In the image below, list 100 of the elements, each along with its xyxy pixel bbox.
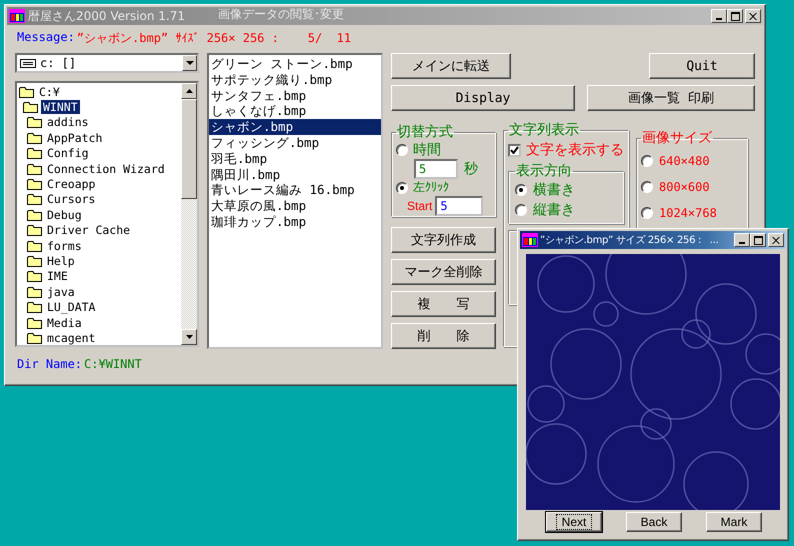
folder-icon bbox=[27, 270, 42, 282]
folder-icon bbox=[27, 193, 42, 206]
folder-item[interactable]: Debug bbox=[45, 208, 84, 222]
action-button[interactable]: 複 写 bbox=[391, 291, 496, 317]
action-button[interactable]: マーク全削除 bbox=[391, 259, 496, 285]
folder-item[interactable]: Connection Wizard bbox=[45, 162, 167, 176]
file-item[interactable]: 隅田川.bmp bbox=[209, 166, 381, 182]
group-title: 表示方向 bbox=[515, 162, 573, 180]
maximize-icon bbox=[730, 12, 740, 20]
file-item[interactable]: サポテック織り.bmp bbox=[209, 72, 381, 88]
file-item[interactable]: しゃくなげ.bmp bbox=[209, 103, 381, 120]
radio-button[interactable] bbox=[515, 184, 527, 196]
seconds-field[interactable]: 5 bbox=[414, 159, 458, 179]
file-item[interactable]: 大草原の風.bmp bbox=[209, 198, 381, 214]
radio-button[interactable] bbox=[641, 154, 653, 166]
folder-item[interactable]: Config bbox=[45, 146, 91, 160]
radio-button[interactable] bbox=[515, 204, 527, 216]
folder-icon bbox=[27, 301, 42, 314]
folder-item[interactable]: Media bbox=[45, 316, 84, 330]
display-button[interactable]: Display bbox=[391, 85, 575, 111]
radio-label: 640×480 bbox=[659, 154, 710, 168]
unit-label: 秒 bbox=[464, 160, 478, 178]
folder-icon bbox=[27, 147, 42, 160]
folder-item[interactable]: IME bbox=[45, 269, 70, 284]
folder-item[interactable]: Cursors bbox=[45, 192, 98, 206]
group-title: 文字列表示 bbox=[508, 121, 580, 139]
file-item[interactable]: シャボン.bmp bbox=[209, 119, 381, 135]
group-title: 切替方式 bbox=[396, 123, 454, 141]
print-button[interactable]: 画像一覧 印刷 bbox=[587, 85, 755, 111]
folder-icon bbox=[27, 208, 42, 221]
folder-icon bbox=[27, 132, 42, 144]
window-title: 暦屋さん2000 Version 1.71 bbox=[28, 8, 186, 24]
folder-icon bbox=[19, 86, 34, 98]
maximize-button[interactable] bbox=[750, 233, 766, 247]
folder-icon bbox=[27, 332, 42, 344]
scrollbar[interactable] bbox=[181, 83, 197, 345]
radio-button[interactable] bbox=[396, 144, 408, 156]
viewer-button[interactable]: Mark bbox=[706, 512, 762, 532]
folder-icon bbox=[23, 101, 38, 114]
close-icon bbox=[749, 12, 757, 20]
viewer-button[interactable]: Back bbox=[626, 512, 682, 532]
folder-item[interactable]: mcagent bbox=[45, 330, 98, 345]
folder-icon bbox=[27, 224, 42, 236]
message-text: ”シャボン.bmp” ｻｲｽﾞ 256× 256 : 5/ 11 bbox=[76, 30, 352, 47]
group-title: 画像サイズ bbox=[641, 129, 713, 147]
folder-icon bbox=[27, 240, 42, 252]
file-item[interactable]: サンタフェ.bmp bbox=[209, 88, 381, 104]
checkbox-label: 文字を表示する bbox=[526, 141, 624, 159]
folder-item[interactable]: java bbox=[45, 284, 77, 299]
scroll-down-icon[interactable] bbox=[181, 329, 197, 345]
file-item[interactable]: フィッシング.bmp bbox=[209, 134, 381, 151]
app-icon bbox=[522, 233, 538, 247]
file-item[interactable]: 珈琲カップ.bmp bbox=[209, 214, 381, 230]
folder-item[interactable]: Driver Cache bbox=[45, 223, 132, 238]
viewer-button[interactable]: Next bbox=[546, 512, 602, 532]
radio-label: 時間 bbox=[413, 141, 441, 159]
radio-button[interactable] bbox=[641, 206, 653, 218]
action-button[interactable]: 削 除 bbox=[391, 323, 496, 349]
file-item[interactable]: 羽毛.bmp bbox=[209, 150, 381, 167]
folder-item[interactable]: Help bbox=[45, 254, 77, 268]
maximize-icon bbox=[754, 236, 762, 244]
folder-icon bbox=[27, 178, 42, 190]
action-button[interactable]: 文字列作成 bbox=[391, 227, 496, 253]
dir-label: Dir Name: bbox=[17, 357, 82, 371]
folder-icon bbox=[27, 116, 42, 128]
folder-icon bbox=[27, 286, 42, 298]
folder-item[interactable]: C:¥ bbox=[37, 84, 62, 99]
radio-button[interactable] bbox=[641, 180, 653, 192]
drive-dropdown[interactable]: c: [] bbox=[15, 53, 199, 73]
file-item[interactable]: 青いレース編み 16.bmp bbox=[209, 182, 381, 198]
folder-item[interactable]: addins bbox=[45, 115, 91, 130]
dir-path: C:¥WINNT bbox=[84, 357, 142, 371]
radio-label: 左ｸﾘｯｸ bbox=[413, 179, 449, 196]
quit-button[interactable]: Quit bbox=[649, 53, 755, 79]
minimize-button[interactable] bbox=[734, 233, 750, 247]
radio-button[interactable] bbox=[396, 182, 408, 194]
close-icon bbox=[772, 236, 780, 244]
start-field[interactable]: 5 bbox=[435, 196, 484, 216]
minimize-icon bbox=[739, 242, 745, 244]
folder-item[interactable]: AppPatch bbox=[45, 130, 104, 145]
folder-item[interactable]: forms bbox=[45, 238, 84, 253]
folder-icon bbox=[27, 254, 42, 267]
window-subtitle: 画像データの閲覧･変更 bbox=[217, 6, 346, 23]
radio-label: 縦書き bbox=[533, 201, 575, 219]
message-label: Message: bbox=[17, 30, 75, 46]
folder-icon bbox=[27, 162, 42, 175]
close-button[interactable] bbox=[768, 233, 784, 247]
scroll-thumb[interactable] bbox=[181, 99, 197, 199]
folder-item[interactable]: Creoapp bbox=[45, 177, 98, 192]
window-title: ”シャボン.bmp” サイズ 256× 256 : ... bbox=[540, 234, 718, 247]
radio-label: 1024×768 bbox=[659, 206, 717, 220]
minimize-icon bbox=[716, 18, 722, 20]
drive-icon bbox=[20, 58, 36, 68]
checkbox[interactable] bbox=[508, 144, 521, 156]
scroll-up-icon[interactable] bbox=[181, 83, 197, 99]
transfer-button[interactable]: メインに転送 bbox=[391, 53, 511, 79]
radio-label: 800×600 bbox=[659, 180, 710, 194]
file-item[interactable]: グリーン ストーン.bmp bbox=[209, 56, 381, 72]
folder-item[interactable]: LU_DATA bbox=[45, 300, 98, 314]
folder-item[interactable]: WINNT bbox=[41, 100, 80, 114]
